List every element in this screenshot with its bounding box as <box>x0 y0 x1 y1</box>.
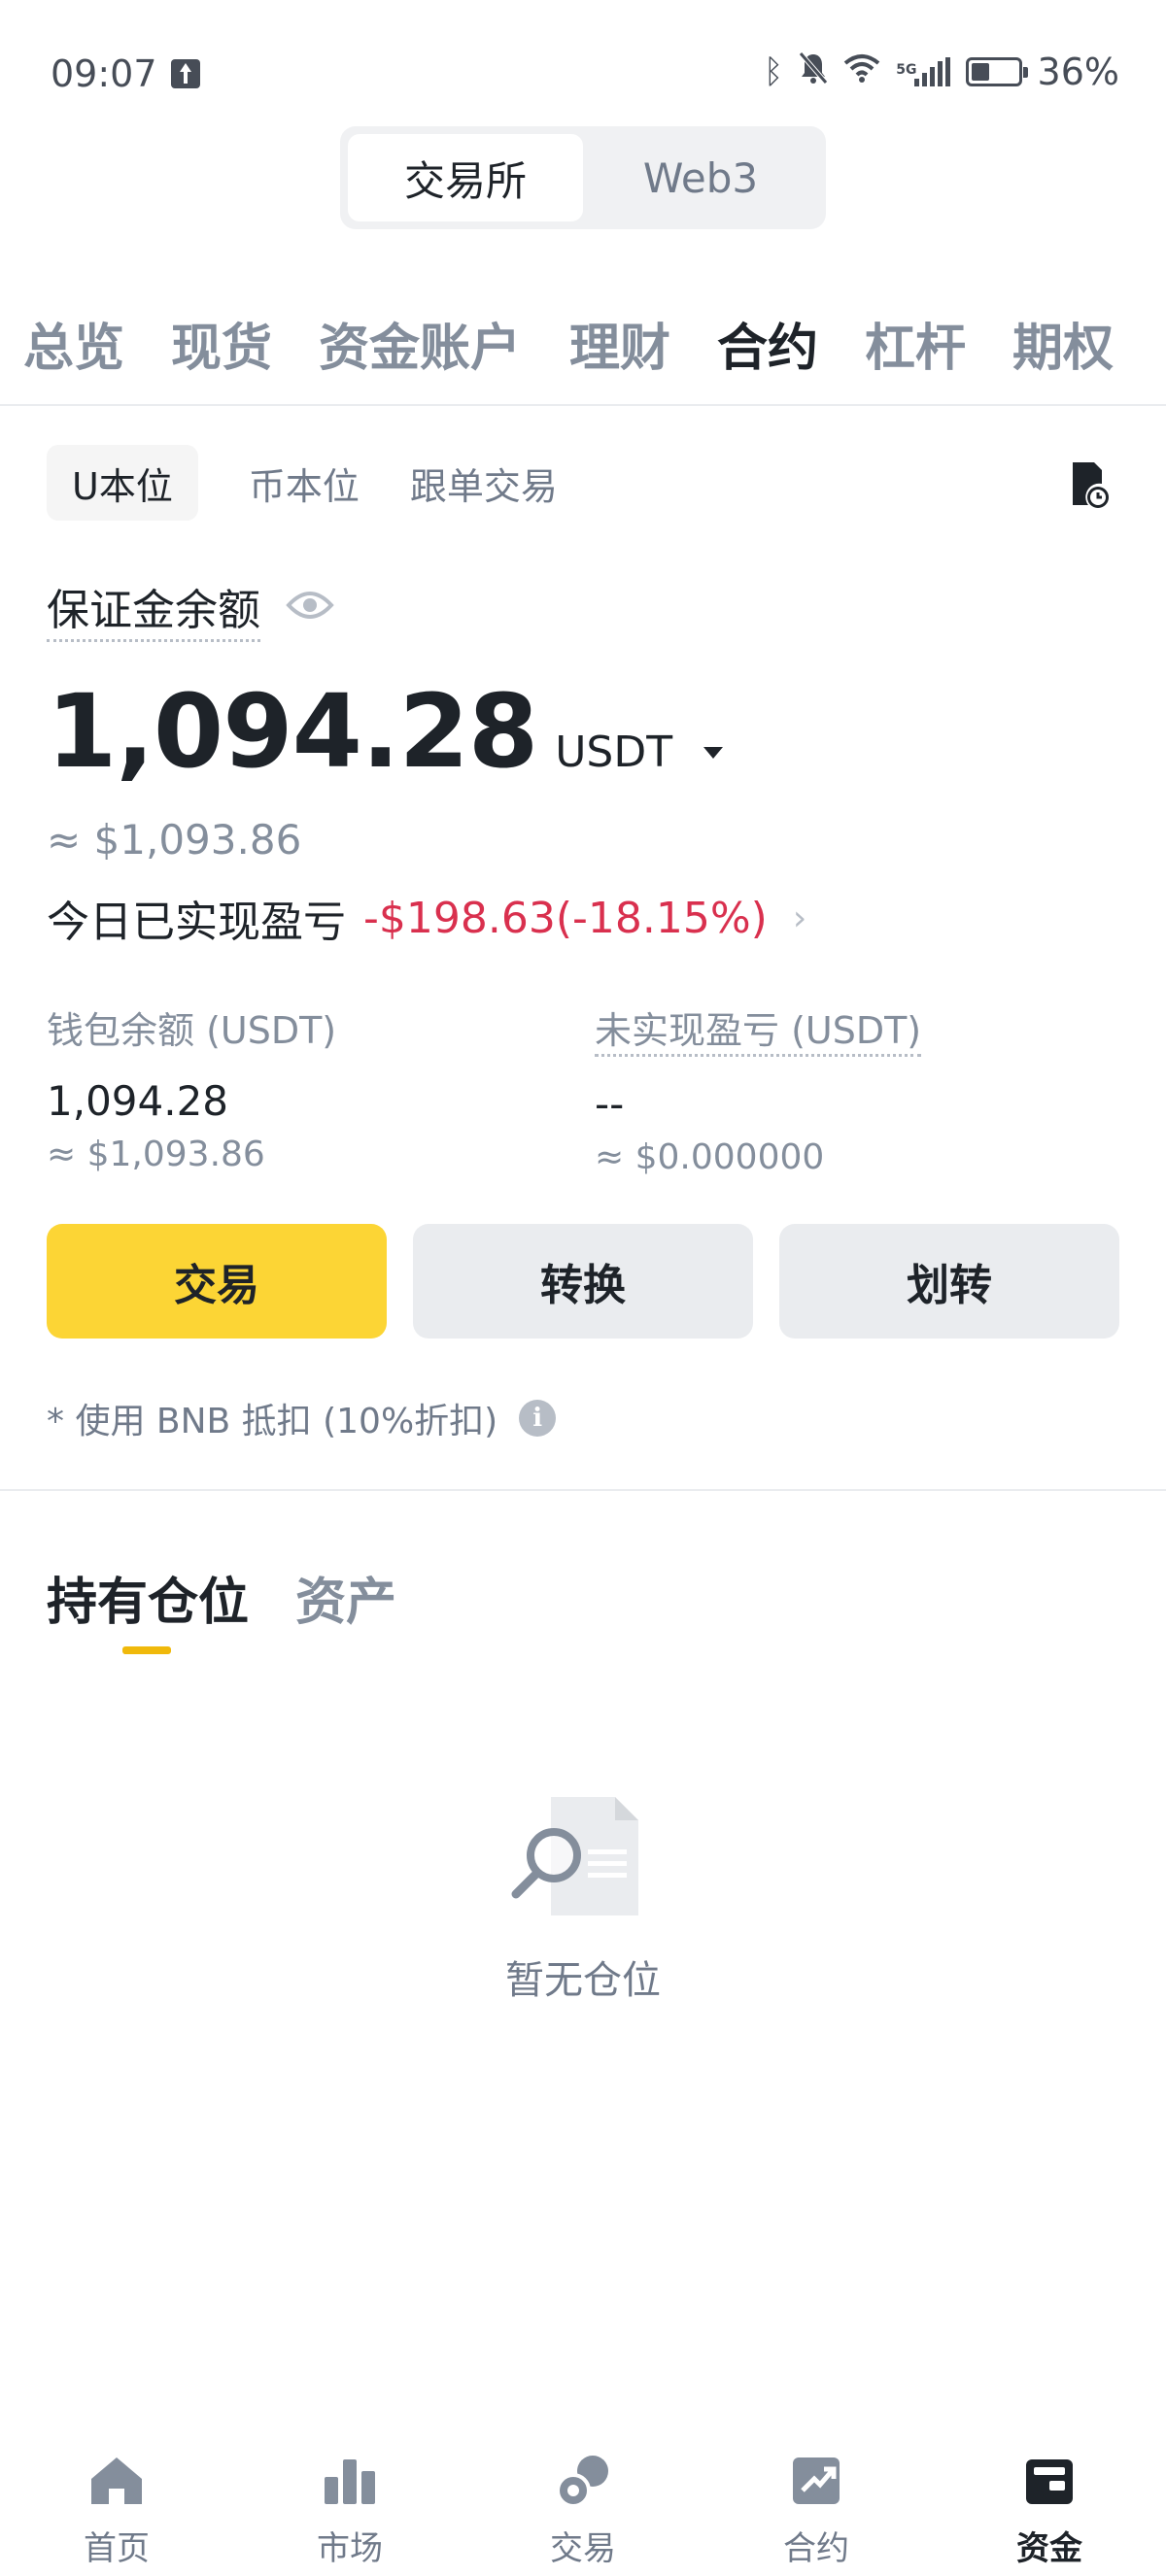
empty-positions-text: 暂无仓位 <box>505 1958 661 2003</box>
wallet-balance-value: 1,094.28 <box>47 1077 229 1125</box>
tab-assets[interactable]: 资产 <box>295 1561 396 1634</box>
battery-percent: 36% <box>1037 51 1119 93</box>
empty-search-icon <box>511 1797 638 1915</box>
bluetooth-icon: ᛒ <box>763 52 784 91</box>
status-time-text: 09:07 <box>51 52 157 95</box>
nav-markets[interactable]: 市场 <box>233 2428 466 2576</box>
tab-funding[interactable]: 资金账户 <box>319 307 521 380</box>
nav-home-label: 首页 <box>84 2529 150 2568</box>
chevron-right-icon: › <box>792 898 807 938</box>
segment-web3[interactable]: Web3 <box>583 134 818 221</box>
nav-markets-label: 市场 <box>317 2529 383 2568</box>
wifi-icon <box>843 52 880 91</box>
market-icon <box>325 2459 375 2504</box>
margin-balance-usd: ≈ $1,093.86 <box>47 816 302 864</box>
tab-earn[interactable]: 理财 <box>569 307 670 380</box>
tab-margin[interactable]: 杠杆 <box>865 307 966 380</box>
trade-icon <box>556 2456 608 2508</box>
balance-unit-select[interactable]: USDT <box>555 728 724 777</box>
bottom-nav: 首页 市场 交易 合约 资金 <box>0 2428 1166 2576</box>
battery-icon <box>965 57 1028 86</box>
futures-icon <box>793 2457 840 2504</box>
tab-positions[interactable]: 持有仓位 <box>47 1561 249 1634</box>
wallet-balance-label: 钱包余额 (USDT) <box>47 1009 337 1052</box>
nav-trade[interactable]: 交易 <box>466 2428 700 2576</box>
section-divider <box>0 1489 1166 1491</box>
tab-futures[interactable]: 合约 <box>717 307 818 380</box>
segment-exchange[interactable]: 交易所 <box>348 134 583 221</box>
trade-button[interactable]: 交易 <box>47 1224 387 1339</box>
convert-button[interactable]: 转换 <box>413 1224 753 1339</box>
futures-subtabs: U本位 币本位 跟单交易 <box>47 445 558 521</box>
unrealized-pnl-usd: ≈ $0.000000 <box>595 1137 825 1177</box>
upload-notification-icon <box>170 59 200 88</box>
today-pnl-row[interactable]: 今日已实现盈亏 -$198.63(-18.15%) › <box>47 887 806 949</box>
unrealized-pnl-value: -- <box>595 1080 625 1128</box>
unrealized-pnl-block: 未实现盈亏 (USDT) -- ≈ $0.000000 <box>595 1000 922 1177</box>
balance-unit: USDT <box>555 728 673 777</box>
mode-switch: 交易所 Web3 <box>340 126 826 229</box>
wallet-balance-usd: ≈ $1,093.86 <box>47 1135 265 1174</box>
subtab-usdm[interactable]: U本位 <box>47 445 198 521</box>
tab-options[interactable]: 期权 <box>1012 307 1114 380</box>
mute-bell-icon <box>799 51 829 93</box>
nav-futures[interactable]: 合约 <box>700 2428 933 2576</box>
today-pnl-value: -$198.63(-18.15%) <box>363 893 768 943</box>
tab-spot[interactable]: 现货 <box>171 307 272 380</box>
subtab-coinm[interactable]: 币本位 <box>249 445 360 521</box>
unrealized-pnl-label[interactable]: 未实现盈亏 (USDT) <box>595 1000 922 1057</box>
nav-futures-label: 合约 <box>783 2529 849 2568</box>
status-icons: ᛒ 5G 36% <box>764 51 1119 93</box>
margin-balance-label[interactable]: 保证金余额 <box>47 575 260 642</box>
nav-wallet[interactable]: 资金 <box>933 2428 1166 2576</box>
active-tab-indicator <box>122 1646 171 1654</box>
eye-icon[interactable] <box>286 586 334 625</box>
wallet-tabs: 总览 现货 资金账户 理财 合约 杠杆 期权 <box>0 291 1166 406</box>
network-type: 5G <box>896 62 917 78</box>
nav-trade-label: 交易 <box>550 2529 616 2568</box>
nav-home[interactable]: 首页 <box>0 2428 233 2576</box>
history-record-icon[interactable] <box>1069 460 1110 509</box>
wallet-icon <box>1026 2459 1073 2504</box>
bnb-discount-text: * 使用 BNB 抵扣 (10%折扣) <box>47 1402 498 1441</box>
wallet-balance-block: 钱包余额 (USDT) 1,094.28 ≈ $1,093.86 <box>47 1000 336 1174</box>
today-pnl-label: 今日已实现盈亏 <box>47 898 346 947</box>
home-icon <box>91 2457 142 2504</box>
status-bar: 09:07 ᛒ 5G 36% <box>0 0 1166 146</box>
nav-wallet-label: 资金 <box>1016 2529 1082 2568</box>
subtab-copy-trading[interactable]: 跟单交易 <box>410 445 558 521</box>
cellular-signal-icon: 5G <box>896 57 950 86</box>
transfer-button[interactable]: 划转 <box>779 1224 1119 1339</box>
margin-balance-value: 1,094.28 <box>47 672 538 791</box>
info-icon[interactable]: i <box>519 1400 557 1437</box>
bnb-discount-note: * 使用 BNB 抵扣 (10%折扣) i <box>47 1393 557 1443</box>
margin-balance: 1,094.28 USDT <box>47 672 724 791</box>
tab-overview[interactable]: 总览 <box>23 307 124 380</box>
status-time: 09:07 <box>51 52 200 95</box>
caret-down-icon <box>703 747 724 759</box>
